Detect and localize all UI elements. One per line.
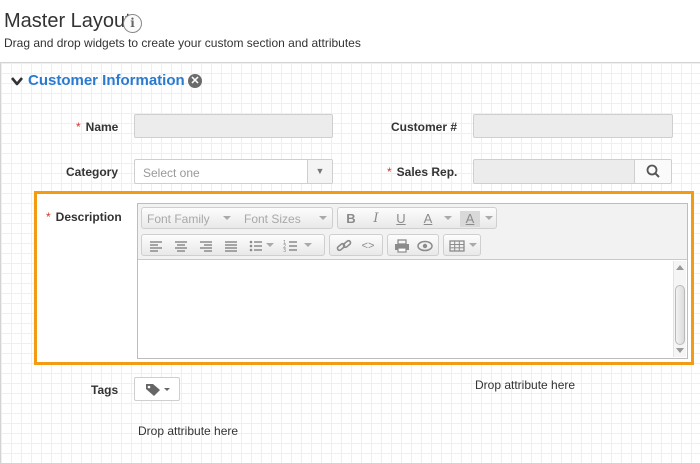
svg-text:3: 3 bbox=[283, 248, 286, 254]
text-color-caret-icon bbox=[444, 216, 452, 220]
select-arrow-icon[interactable]: ▼ bbox=[307, 160, 332, 183]
drop-zone-left[interactable]: Drop attribute here bbox=[138, 424, 238, 438]
page-subtitle: Drag and drop widgets to create your cus… bbox=[4, 36, 361, 50]
required-mark: * bbox=[46, 210, 51, 224]
info-icon[interactable]: i bbox=[123, 14, 142, 33]
align-right-icon[interactable] bbox=[196, 238, 216, 254]
font-sizes-dropdown[interactable]: Font Sizes bbox=[244, 212, 301, 226]
scrollbar-thumb[interactable] bbox=[675, 285, 685, 345]
preview-eye-icon[interactable] bbox=[415, 238, 435, 254]
sales-rep-label: * Sales Rep. bbox=[387, 165, 457, 179]
numbered-list-caret-icon bbox=[304, 243, 312, 247]
highlight-caret-icon bbox=[485, 216, 493, 220]
name-label-text: Name bbox=[85, 120, 119, 134]
italic-button[interactable]: I bbox=[366, 211, 386, 227]
table-group bbox=[443, 234, 481, 256]
section-title[interactable]: Customer Information bbox=[28, 72, 185, 89]
remove-section-icon[interactable]: ✕ bbox=[188, 74, 202, 88]
font-sizes-caret-icon bbox=[319, 216, 327, 220]
description-editor-body[interactable] bbox=[138, 260, 687, 358]
text-color-button[interactable]: A bbox=[418, 211, 438, 227]
scroll-up-arrow-icon[interactable] bbox=[676, 265, 684, 270]
name-label: * Name bbox=[76, 120, 118, 134]
link-icon[interactable] bbox=[334, 238, 354, 254]
drop-zone-right[interactable]: Drop attribute here bbox=[475, 378, 575, 392]
alignment-group: 123 bbox=[141, 234, 325, 256]
align-left-icon[interactable] bbox=[146, 238, 166, 254]
align-center-icon[interactable] bbox=[171, 238, 191, 254]
scroll-down-arrow-icon[interactable] bbox=[676, 348, 684, 353]
table-icon[interactable] bbox=[447, 238, 467, 254]
category-label: Category bbox=[66, 165, 119, 179]
description-label: * Description bbox=[46, 210, 122, 224]
editor-toolbar-row-1: Font Family Font Sizes B I U A A bbox=[138, 204, 687, 231]
sales-rep-search-button[interactable] bbox=[634, 159, 672, 184]
editor-scrollbar[interactable] bbox=[673, 261, 686, 357]
required-mark: * bbox=[387, 165, 392, 179]
editor-toolbar-row-2: 123 <> bbox=[138, 231, 687, 260]
search-icon bbox=[646, 164, 660, 178]
sales-rep-input[interactable] bbox=[473, 159, 635, 184]
tag-icon bbox=[146, 384, 170, 396]
font-dropdown-group: Font Family Font Sizes bbox=[141, 207, 333, 229]
align-justify-icon[interactable] bbox=[221, 238, 241, 254]
font-family-dropdown[interactable]: Font Family bbox=[147, 212, 210, 226]
underline-button[interactable]: U bbox=[391, 211, 411, 227]
table-caret-icon bbox=[469, 243, 477, 247]
page-title: Master Layout bbox=[4, 10, 131, 32]
print-preview-group bbox=[387, 234, 439, 256]
highlight-color-button[interactable]: A bbox=[460, 211, 480, 227]
source-code-button[interactable]: <> bbox=[358, 238, 378, 254]
rich-text-editor: Font Family Font Sizes B I U A A 123 <> bbox=[137, 203, 688, 359]
required-mark: * bbox=[76, 120, 81, 134]
numbered-list-icon[interactable]: 123 bbox=[281, 238, 301, 254]
category-placeholder: Select one bbox=[143, 166, 200, 180]
description-label-text: Description bbox=[55, 210, 122, 224]
text-style-group: B I U A A bbox=[337, 207, 497, 229]
chevron-down-icon[interactable] bbox=[10, 74, 24, 88]
bold-button[interactable]: B bbox=[341, 211, 361, 227]
sales-rep-label-text: Sales Rep. bbox=[396, 165, 458, 179]
customer-number-label: Customer # bbox=[391, 120, 458, 134]
bulleted-list-caret-icon bbox=[266, 243, 274, 247]
customer-number-input[interactable] bbox=[473, 114, 673, 138]
tags-label: Tags bbox=[91, 383, 119, 397]
print-icon[interactable] bbox=[392, 238, 412, 254]
tags-dropdown-button[interactable] bbox=[134, 377, 180, 401]
bulleted-list-icon[interactable] bbox=[246, 238, 266, 254]
link-code-group: <> bbox=[329, 234, 383, 256]
name-input[interactable] bbox=[134, 114, 333, 138]
font-family-caret-icon bbox=[223, 216, 231, 220]
category-select[interactable]: Select one ▼ bbox=[134, 159, 333, 184]
